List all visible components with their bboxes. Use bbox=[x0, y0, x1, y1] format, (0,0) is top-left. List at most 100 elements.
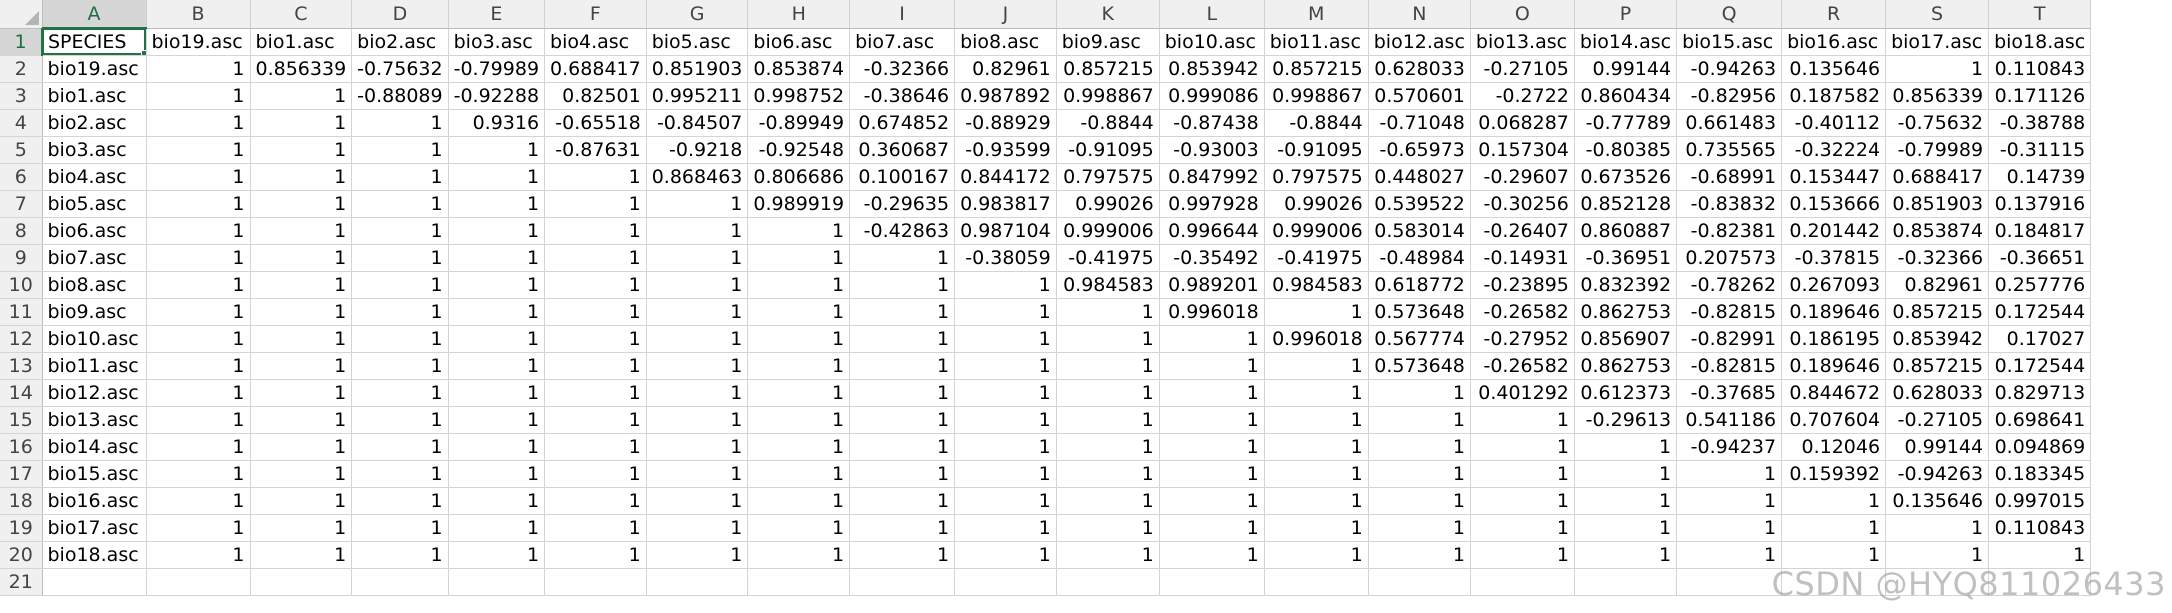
cell-a21[interactable] bbox=[42, 568, 147, 596]
cell-t17[interactable]: 0.183345 bbox=[1988, 460, 2092, 488]
cell-b3[interactable]: 1 bbox=[146, 82, 251, 110]
cell-n20[interactable]: 1 bbox=[1368, 541, 1471, 569]
cell-i20[interactable]: 1 bbox=[849, 541, 956, 569]
cell-l4[interactable]: -0.87438 bbox=[1159, 109, 1265, 137]
cell-t4[interactable]: -0.38788 bbox=[1988, 109, 2092, 137]
cell-c6[interactable]: 1 bbox=[250, 163, 353, 191]
cell-j10[interactable]: 1 bbox=[954, 271, 1057, 299]
cell-k8[interactable]: 0.999006 bbox=[1056, 217, 1160, 245]
cell-i19[interactable]: 1 bbox=[849, 514, 956, 542]
cell-s21[interactable] bbox=[1885, 568, 1990, 596]
cell-r17[interactable]: 0.159392 bbox=[1781, 460, 1887, 488]
cell-f1[interactable]: bio4.asc bbox=[544, 28, 647, 56]
cell-m19[interactable]: 1 bbox=[1264, 514, 1369, 542]
cell-q2[interactable]: -0.94263 bbox=[1676, 55, 1783, 83]
cell-o18[interactable]: 1 bbox=[1470, 487, 1575, 515]
cell-g19[interactable]: 1 bbox=[646, 514, 749, 542]
cell-q16[interactable]: -0.94237 bbox=[1676, 433, 1783, 461]
cell-j8[interactable]: 0.987104 bbox=[954, 217, 1057, 245]
cell-p4[interactable]: -0.77789 bbox=[1574, 109, 1678, 137]
cell-c1[interactable]: bio1.asc bbox=[250, 28, 353, 56]
row-header-13[interactable]: 13 bbox=[0, 352, 43, 380]
cell-q11[interactable]: -0.82815 bbox=[1676, 298, 1783, 326]
cell-t3[interactable]: 0.171126 bbox=[1988, 82, 2092, 110]
cell-h15[interactable]: 1 bbox=[747, 406, 851, 434]
cell-h2[interactable]: 0.853874 bbox=[747, 55, 851, 83]
cell-k19[interactable]: 1 bbox=[1056, 514, 1160, 542]
row-header-4[interactable]: 4 bbox=[0, 109, 43, 137]
cell-d14[interactable]: 1 bbox=[351, 379, 449, 407]
cell-k2[interactable]: 0.857215 bbox=[1056, 55, 1160, 83]
cell-n9[interactable]: -0.48984 bbox=[1368, 244, 1471, 272]
cell-f13[interactable]: 1 bbox=[544, 352, 647, 380]
cell-p10[interactable]: 0.832392 bbox=[1574, 271, 1678, 299]
row-header-17[interactable]: 17 bbox=[0, 460, 43, 488]
cell-s10[interactable]: 0.82961 bbox=[1885, 271, 1990, 299]
cell-l20[interactable]: 1 bbox=[1159, 541, 1265, 569]
cell-i7[interactable]: -0.29635 bbox=[849, 190, 956, 218]
cell-c3[interactable]: 1 bbox=[250, 82, 353, 110]
row-header-8[interactable]: 8 bbox=[0, 217, 43, 245]
cell-s12[interactable]: 0.853942 bbox=[1885, 325, 1990, 353]
cell-m21[interactable] bbox=[1264, 568, 1369, 596]
row-header-3[interactable]: 3 bbox=[0, 82, 43, 110]
cell-d8[interactable]: 1 bbox=[351, 217, 449, 245]
cell-k4[interactable]: -0.8844 bbox=[1056, 109, 1160, 137]
cell-m2[interactable]: 0.857215 bbox=[1264, 55, 1369, 83]
column-header-b[interactable]: B bbox=[146, 0, 251, 29]
cell-n15[interactable]: 1 bbox=[1368, 406, 1471, 434]
cell-c20[interactable]: 1 bbox=[250, 541, 353, 569]
cell-f5[interactable]: -0.87631 bbox=[544, 136, 647, 164]
cell-n6[interactable]: 0.448027 bbox=[1368, 163, 1471, 191]
cell-d11[interactable]: 1 bbox=[351, 298, 449, 326]
row-header-21[interactable]: 21 bbox=[0, 568, 43, 596]
cell-m17[interactable]: 1 bbox=[1264, 460, 1369, 488]
cell-i4[interactable]: 0.674852 bbox=[849, 109, 956, 137]
cell-g6[interactable]: 0.868463 bbox=[646, 163, 749, 191]
cell-i3[interactable]: -0.38646 bbox=[849, 82, 956, 110]
cell-g8[interactable]: 1 bbox=[646, 217, 749, 245]
column-header-o[interactable]: O bbox=[1470, 0, 1575, 29]
cell-d19[interactable]: 1 bbox=[351, 514, 449, 542]
cell-o12[interactable]: -0.27952 bbox=[1470, 325, 1575, 353]
cell-q14[interactable]: -0.37685 bbox=[1676, 379, 1783, 407]
cell-a13[interactable]: bio11.asc bbox=[42, 352, 147, 380]
cell-p21[interactable] bbox=[1574, 568, 1678, 596]
cell-t20[interactable]: 1 bbox=[1988, 541, 2092, 569]
cell-s13[interactable]: 0.857215 bbox=[1885, 352, 1990, 380]
cell-s15[interactable]: -0.27105 bbox=[1885, 406, 1990, 434]
cell-r19[interactable]: 1 bbox=[1781, 514, 1887, 542]
cell-i21[interactable] bbox=[849, 568, 956, 596]
row-header-14[interactable]: 14 bbox=[0, 379, 43, 407]
cell-t18[interactable]: 0.997015 bbox=[1988, 487, 2092, 515]
cell-s6[interactable]: 0.688417 bbox=[1885, 163, 1990, 191]
column-header-j[interactable]: J bbox=[954, 0, 1057, 29]
column-header-l[interactable]: L bbox=[1159, 0, 1265, 29]
cell-o19[interactable]: 1 bbox=[1470, 514, 1575, 542]
cell-k9[interactable]: -0.41975 bbox=[1056, 244, 1160, 272]
cell-g5[interactable]: -0.9218 bbox=[646, 136, 749, 164]
cell-f17[interactable]: 1 bbox=[544, 460, 647, 488]
cell-p3[interactable]: 0.860434 bbox=[1574, 82, 1678, 110]
cell-i10[interactable]: 1 bbox=[849, 271, 956, 299]
cell-c16[interactable]: 1 bbox=[250, 433, 353, 461]
cell-r5[interactable]: -0.32224 bbox=[1781, 136, 1887, 164]
column-header-s[interactable]: S bbox=[1885, 0, 1990, 29]
cell-q10[interactable]: -0.78262 bbox=[1676, 271, 1783, 299]
cell-a8[interactable]: bio6.asc bbox=[42, 217, 147, 245]
cell-j3[interactable]: 0.987892 bbox=[954, 82, 1057, 110]
cell-l17[interactable]: 1 bbox=[1159, 460, 1265, 488]
cell-g7[interactable]: 1 bbox=[646, 190, 749, 218]
cell-r3[interactable]: 0.187582 bbox=[1781, 82, 1887, 110]
row-header-9[interactable]: 9 bbox=[0, 244, 43, 272]
cell-g4[interactable]: -0.84507 bbox=[646, 109, 749, 137]
cell-j17[interactable]: 1 bbox=[954, 460, 1057, 488]
cell-b8[interactable]: 1 bbox=[146, 217, 251, 245]
cell-d1[interactable]: bio2.asc bbox=[351, 28, 449, 56]
cell-n12[interactable]: 0.567774 bbox=[1368, 325, 1471, 353]
cell-l3[interactable]: 0.999086 bbox=[1159, 82, 1265, 110]
cell-k14[interactable]: 1 bbox=[1056, 379, 1160, 407]
cell-i5[interactable]: 0.360687 bbox=[849, 136, 956, 164]
cell-f21[interactable] bbox=[544, 568, 647, 596]
cell-r20[interactable]: 1 bbox=[1781, 541, 1887, 569]
